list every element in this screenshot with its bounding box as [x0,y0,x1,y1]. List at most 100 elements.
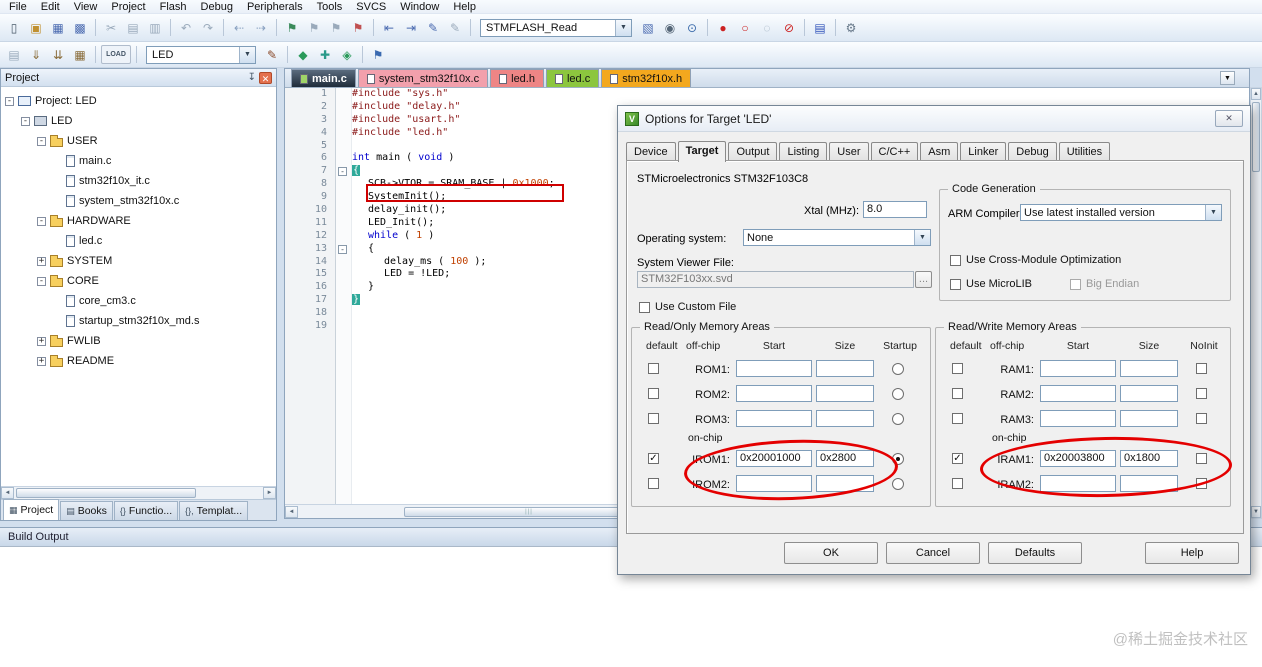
save-icon[interactable]: ▦ [48,18,68,37]
tree-item-core[interactable]: - CORE [1,271,276,291]
default-checkbox[interactable] [648,388,659,399]
plus-expander-icon[interactable]: + [37,256,46,266]
default-checkbox[interactable] [952,413,963,424]
panel-close-icon[interactable]: ✕ [259,71,272,84]
batch-build-icon[interactable]: ▦ [70,45,90,64]
minus-expander-icon[interactable]: - [21,116,30,126]
breakpoint-disable-all-icon[interactable]: ◌ [757,18,777,37]
bottom-tab-books[interactable]: ▤ Books [60,501,113,520]
scroll-left-icon[interactable]: ◄ [285,505,298,518]
undo-icon[interactable]: ↶ [176,18,196,37]
tree-item-fwlib[interactable]: + FWLIB [1,331,276,351]
menu-window[interactable]: Window [393,0,446,14]
dropdown-arrow-icon[interactable]: ▼ [239,46,255,63]
minus-expander-icon[interactable]: - [37,136,46,146]
code-text[interactable]: } [368,281,374,294]
arm-compiler-select[interactable]: Use latest installed version ▼ [1020,204,1222,221]
editor-tab-stm32f10x-h[interactable]: stm32f10x.h [601,69,692,87]
startup-radio[interactable] [892,478,904,490]
pack-installer-icon[interactable]: ✚ [315,45,335,64]
build-icon[interactable]: ⇓ [26,45,46,64]
cancel-button[interactable]: Cancel [886,542,980,564]
target-options-icon[interactable]: ✎ [262,45,282,64]
breakpoint-kill-all-icon[interactable]: ⊘ [779,18,799,37]
cross-module-row[interactable]: Use Cross-Module Optimization [950,254,1121,266]
tree-item-system-stm32f10x-c[interactable]: system_stm32f10x.c [1,191,276,211]
defaults-button[interactable]: Defaults [988,542,1082,564]
use-custom-file-row[interactable]: Use Custom File [639,301,736,313]
scroll-up-icon[interactable]: ▲ [1251,88,1261,100]
cross-module-checkbox[interactable] [950,254,961,266]
code-text[interactable]: #include "usart.h" [352,114,460,127]
default-checkbox[interactable]: ✓ [952,453,963,464]
panel-splitter[interactable] [277,68,284,521]
menu-debug[interactable]: Debug [194,0,240,14]
dialog-tab-output[interactable]: Output [728,142,778,161]
svf-input[interactable]: STM32F103xx.svd [637,271,914,288]
bookmark-toggle-icon[interactable]: ⚑ [282,18,302,37]
open-folder-icon[interactable]: ▣ [26,18,46,37]
microlib-checkbox[interactable] [950,278,961,290]
dialog-tab-linker[interactable]: Linker [960,142,1007,161]
dialog-tab-c-c[interactable]: C/C++ [870,142,919,161]
default-checkbox[interactable] [952,388,963,399]
start-address-input[interactable] [736,360,812,377]
start-address-input[interactable] [736,385,812,402]
minus-expander-icon[interactable]: - [37,216,46,226]
tree-item-readme[interactable]: + README [1,351,276,371]
nav-forward-icon[interactable]: ⇢ [251,18,271,37]
search-icon[interactable]: ⊙ [682,18,702,37]
tree-item-user[interactable]: - USER [1,131,276,151]
tab-list-dropdown-icon[interactable]: ▼ [1220,71,1235,85]
scroll-left-icon[interactable]: ◄ [1,487,14,499]
indent-icon[interactable]: ⇥ [401,18,421,37]
plus-expander-icon[interactable]: + [37,336,46,346]
menu-help[interactable]: Help [446,0,483,14]
tree-item-led[interactable]: - LED [1,111,276,131]
noinit-checkbox[interactable] [1196,388,1207,399]
menu-project[interactable]: Project [104,0,152,14]
dialog-close-button[interactable]: ✕ [1215,110,1243,127]
dialog-tab-debug[interactable]: Debug [1008,142,1057,161]
editor-tab-led-h[interactable]: led.h [490,69,544,87]
fold-collapse-icon[interactable]: - [338,244,347,254]
noinit-checkbox[interactable] [1196,363,1207,374]
editor-tab-led-c[interactable]: led.c [545,69,600,87]
start-address-input[interactable] [1040,360,1116,377]
svf-browse-button[interactable]: ... [915,271,932,288]
scrollbar-thumb[interactable] [1252,102,1260,172]
code-text[interactable]: delay_ms ( 100 ); [384,256,486,269]
code-text[interactable]: while ( 1 ) [368,230,434,243]
bottom-tab-project[interactable]: ▦ Project [3,499,60,520]
minus-expander-icon[interactable]: - [5,96,14,106]
code-text[interactable]: #include "delay.h" [352,101,460,114]
save-all-icon[interactable]: ▩ [70,18,90,37]
code-text[interactable]: LED_Init(); [368,217,434,230]
rebuild-all-icon[interactable]: ⇊ [48,45,68,64]
dialog-tab-listing[interactable]: Listing [779,142,828,161]
tree-item-project-led[interactable]: - Project: LED [1,91,276,111]
dropdown-arrow-icon[interactable]: ▼ [1205,205,1221,220]
help-button[interactable]: Help [1145,542,1239,564]
dialog-titlebar[interactable]: V Options for Target 'LED' ✕ [618,106,1250,132]
comment-icon[interactable]: ✎ [423,18,443,37]
size-input[interactable] [1120,410,1178,427]
scroll-right-icon[interactable]: ► [263,487,276,499]
fold-collapse-icon[interactable]: - [338,167,347,177]
startup-radio[interactable] [892,413,904,425]
dialog-tab-utilities[interactable]: Utilities [1058,142,1111,161]
xtal-input[interactable]: 8.0 [863,201,927,218]
bookmark-prev-icon[interactable]: ⚑ [304,18,324,37]
breakpoint-disable-icon[interactable]: ○ [735,18,755,37]
download-icon[interactable]: LOAD [101,45,131,64]
noinit-checkbox[interactable] [1196,413,1207,424]
default-checkbox[interactable]: ✓ [648,453,659,464]
uncomment-icon[interactable]: ✎ [445,18,465,37]
code-text[interactable]: LED = !LED; [384,268,450,281]
default-checkbox[interactable] [648,413,659,424]
find-in-files-icon[interactable]: ▧ [638,18,658,37]
size-input[interactable] [1120,360,1178,377]
bottom-tab-templat[interactable]: {}, Templat... [179,501,249,520]
find-icon[interactable]: ◉ [660,18,680,37]
size-input[interactable] [816,410,874,427]
